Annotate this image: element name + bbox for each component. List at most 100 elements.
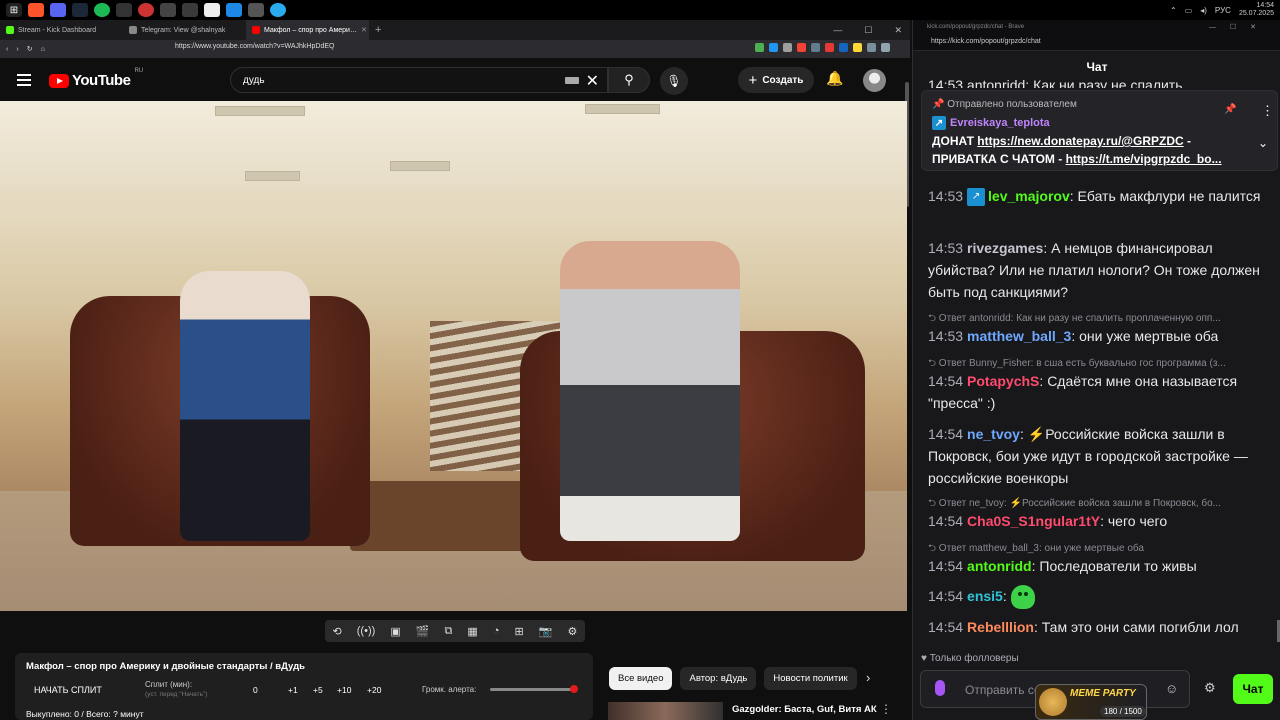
browser-alt-icon[interactable]: [138, 3, 154, 17]
more-options-icon[interactable]: ⋮: [1261, 103, 1274, 119]
folder-icon[interactable]: [248, 3, 264, 17]
windows-start-icon[interactable]: ⊞: [6, 3, 22, 17]
extension-icon[interactable]: [825, 43, 834, 52]
url-field[interactable]: https://www.youtube.com/watch?v=WAJhkHpD…: [175, 43, 334, 50]
search-button[interactable]: ⚲: [608, 67, 650, 93]
home-icon[interactable]: ⌂: [41, 46, 45, 53]
network-icon[interactable]: ▭: [1185, 6, 1193, 15]
telegram-icon[interactable]: [270, 3, 286, 17]
chat-url[interactable]: https://kick.com/popout/grpzdc/chat: [931, 38, 1041, 45]
split-add-1-button[interactable]: +1: [288, 685, 298, 695]
extension-icon[interactable]: [769, 43, 778, 52]
start-split-button[interactable]: НАЧАТЬ СПЛИТ: [34, 685, 102, 695]
loop-icon[interactable]: ⟲: [333, 625, 342, 638]
chip-politics-news[interactable]: Новости политик: [764, 667, 857, 690]
obs-icon[interactable]: [160, 3, 176, 17]
extension-icon[interactable]: [755, 43, 764, 52]
message-username[interactable]: matthew_ball_3: [967, 328, 1071, 344]
menu-icon[interactable]: [17, 74, 31, 86]
message-username[interactable]: Rebelllion: [967, 619, 1034, 635]
split-add-10-button[interactable]: +10: [337, 685, 351, 695]
send-chat-button[interactable]: Чат: [1233, 674, 1273, 704]
filmstrip-icon[interactable]: ▦: [467, 625, 477, 638]
message-username[interactable]: PotapychS: [967, 373, 1039, 389]
clock[interactable]: 14:54 25.07.2025: [1239, 2, 1274, 18]
chat-message: 14:53 rivezgames: А немцов финансировал у…: [928, 240, 1260, 300]
steam-icon[interactable]: [72, 3, 88, 17]
message-username[interactable]: Cha0S_S1ngular1tY: [967, 513, 1100, 529]
create-button[interactable]: + Создать: [738, 67, 814, 93]
pinned-user[interactable]: ↗ Evreiskaya_teplota: [932, 116, 1050, 130]
extension-icon[interactable]: [867, 43, 876, 52]
speed-icon[interactable]: ◔: [493, 625, 500, 637]
volume-icon[interactable]: ◂): [1200, 6, 1207, 15]
recommendation-thumbnail[interactable]: [608, 702, 723, 720]
pin-icon[interactable]: 📌: [1224, 104, 1236, 115]
avatar[interactable]: [863, 69, 886, 92]
split-add-20-button[interactable]: +20: [367, 685, 381, 695]
brave-icon[interactable]: [28, 3, 44, 17]
microphone-icon[interactable]: [935, 680, 945, 696]
chevron-down-icon[interactable]: ⌄: [1258, 136, 1268, 150]
alert-volume-knob[interactable]: [570, 685, 578, 693]
chat-window-controls[interactable]: —☐✕: [1209, 23, 1270, 31]
add-clip-icon[interactable]: ⊞: [515, 625, 524, 638]
app-icon[interactable]: [182, 3, 198, 17]
recommendation-more-icon[interactable]: ⋮: [880, 702, 892, 716]
split-add-5-button[interactable]: +5: [313, 685, 323, 695]
minimize-button[interactable]: —: [833, 25, 842, 35]
close-window-button[interactable]: ✕: [894, 25, 902, 36]
video-player[interactable]: [0, 101, 907, 611]
new-tab-button[interactable]: +: [375, 24, 381, 36]
extension-icon[interactable]: [783, 43, 792, 52]
alert-volume-slider[interactable]: [490, 688, 575, 691]
message-username[interactable]: rivezgames: [967, 240, 1043, 256]
notifications-bell-icon[interactable]: 🔔: [826, 70, 843, 87]
video-title: Макфол – спор про Америку и двойные стан…: [26, 661, 305, 672]
extension-icon[interactable]: [797, 43, 806, 52]
voice-search-button[interactable]: 🎙: [660, 67, 688, 95]
telegram-link[interactable]: https://t.me/vipgrpzdc_bo...: [1066, 152, 1222, 166]
message-username[interactable]: ensi5: [967, 588, 1003, 604]
maximize-button[interactable]: ☐: [864, 25, 872, 36]
chat-settings-gear-icon[interactable]: ⚙: [1204, 680, 1216, 696]
search-input[interactable]: дудь ✕: [230, 67, 608, 93]
spotify-icon[interactable]: [94, 3, 110, 17]
clear-search-icon[interactable]: ✕: [586, 71, 599, 91]
watch-later-icon[interactable]: ▣: [390, 625, 400, 638]
tab-close-icon[interactable]: ✕: [361, 26, 367, 34]
message-username[interactable]: lev_majorov: [988, 188, 1070, 204]
clapper-icon[interactable]: 🎬: [416, 625, 430, 638]
meme-party-widget[interactable]: MEME PARTY 180 / 1500: [1035, 684, 1147, 720]
game-icon[interactable]: [204, 3, 220, 17]
donate-link[interactable]: https://new.donatepay.ru/@GRPZDC: [977, 134, 1183, 148]
message-username[interactable]: antonridd: [967, 558, 1032, 574]
settings-gear-icon[interactable]: ⚙: [567, 625, 577, 638]
keyboard-icon[interactable]: [565, 77, 579, 84]
tab-telegram[interactable]: Telegram: View @shalnyak: [123, 20, 246, 40]
chips-next-icon[interactable]: ›: [866, 670, 870, 685]
blue-app-icon[interactable]: [226, 3, 242, 17]
screenshot-icon[interactable]: 📷: [539, 625, 553, 638]
broadcast-icon[interactable]: ((•)): [357, 625, 376, 637]
chip-all-videos[interactable]: Все видео: [609, 667, 673, 690]
youtube-logo[interactable]: YouTube RU: [49, 68, 143, 89]
extension-icon[interactable]: [881, 43, 890, 52]
forward-icon[interactable]: ›: [16, 46, 18, 53]
picture-in-picture-icon[interactable]: ⧉: [444, 625, 452, 638]
emoji-icon[interactable]: ☺: [1165, 681, 1178, 696]
chip-author[interactable]: Автор: вДудь: [680, 667, 757, 690]
tray-chevron-icon[interactable]: ⌃: [1170, 6, 1177, 15]
extension-icon[interactable]: [853, 43, 862, 52]
discord-icon[interactable]: [50, 3, 66, 17]
tab-youtube[interactable]: Макфол – спор про Амери… ✕: [246, 20, 369, 40]
recommendation-title[interactable]: Gazgolder: Баста, Guf, Витя АК: [732, 704, 877, 715]
reload-icon[interactable]: ↻: [27, 45, 33, 53]
language-indicator[interactable]: РУС: [1215, 6, 1231, 15]
message-username[interactable]: ne_tvoy: [967, 426, 1020, 442]
extension-icon[interactable]: [839, 43, 848, 52]
extension-icon[interactable]: [811, 43, 820, 52]
media-icon[interactable]: [116, 3, 132, 17]
back-icon[interactable]: ‹: [6, 46, 8, 53]
tab-kick-dashboard[interactable]: Stream - Kick Dashboard: [0, 20, 123, 40]
